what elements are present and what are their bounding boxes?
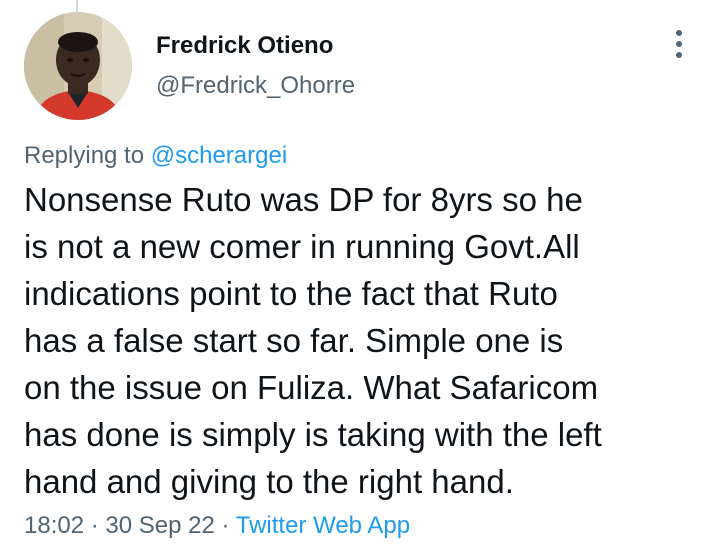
more-options-button[interactable] <box>664 26 694 62</box>
more-vertical-icon-dot <box>676 41 682 47</box>
tweet-text: Nonsense Ruto was DP for 8yrs so he is n… <box>24 176 704 505</box>
tweet-metadata: 18:02 · 30 Sep 22 · Twitter Web App <box>24 512 410 540</box>
tweet-text-line: is not a new comer in running Govt.All <box>24 228 580 265</box>
tweet-text-line: indications point to the fact that Ruto <box>24 275 558 312</box>
more-vertical-icon <box>676 30 682 36</box>
replying-to-line: Replying to @scherargei <box>24 142 287 170</box>
tweet-text-line: on the issue on Fuliza. What Safaricom <box>24 369 599 406</box>
reply-mention-link[interactable]: @scherargei <box>151 142 287 169</box>
tweet-date[interactable]: 30 Sep 22 <box>105 512 214 539</box>
tweet-text-line: has a false start so far. Simple one is <box>24 322 564 359</box>
meta-separator: · <box>90 512 99 539</box>
author-display-name[interactable]: Fredrick Otieno <box>156 32 333 60</box>
tweet-text-line: Nonsense Ruto was DP for 8yrs so he <box>24 181 583 218</box>
replying-to-label: Replying to <box>24 142 145 169</box>
tweet-text-line: hand and giving to the right hand. <box>24 463 514 500</box>
more-vertical-icon-dot <box>676 52 682 58</box>
avatar[interactable] <box>24 12 132 120</box>
tweet-source-link[interactable]: Twitter Web App <box>236 512 410 539</box>
meta-separator: · <box>221 512 230 539</box>
tweet-time[interactable]: 18:02 <box>24 512 84 539</box>
author-handle[interactable]: @Fredrick_Ohorre <box>156 72 355 100</box>
tweet-text-line: has done is simply is taking with the le… <box>24 416 602 453</box>
profile-photo-icon <box>24 12 132 120</box>
